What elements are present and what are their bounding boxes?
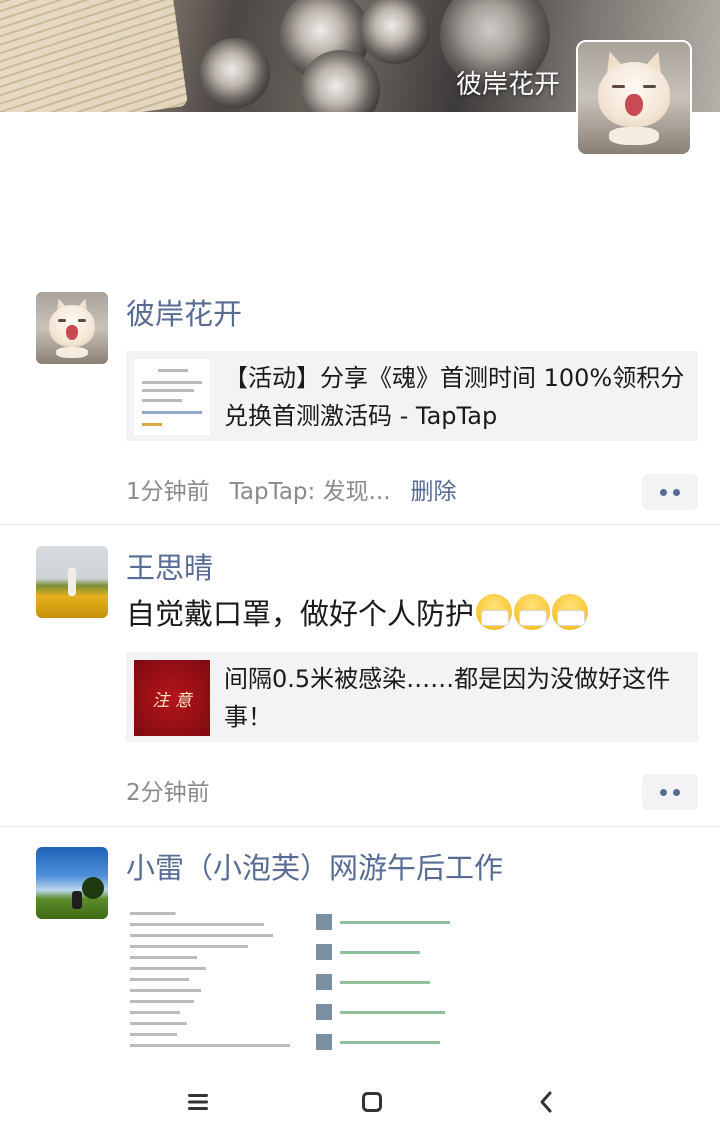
post-image[interactable]	[316, 906, 492, 1060]
mask-emoji-icon	[476, 594, 513, 630]
system-navbar	[0, 1060, 720, 1144]
comment-like-button[interactable]	[642, 774, 698, 810]
back-chevron-icon[interactable]	[532, 1088, 560, 1116]
author-avatar[interactable]	[36, 292, 108, 364]
post-meta: 2分钟前	[126, 777, 210, 809]
author-name[interactable]: 彼岸花开	[126, 294, 242, 334]
shared-link-card[interactable]: 【活动】分享《魂》首测时间 100%领积分兑换首测激活码 - TapTap	[126, 351, 698, 441]
post-meta: 1分钟前 TapTap: 发现... 删除	[126, 476, 457, 508]
author-name[interactable]: 小雷（小泡芙）网游午后工作	[126, 848, 503, 888]
cat-avatar-image	[578, 42, 690, 154]
link-title: 间隔0.5米被感染……都是因为没做好这件事！	[224, 665, 671, 731]
sunflower-photo	[36, 546, 108, 618]
rose-decoration	[360, 0, 430, 64]
delete-link[interactable]: 删除	[411, 479, 457, 505]
profile-avatar[interactable]	[576, 40, 692, 156]
cover-username: 彼岸花开	[455, 70, 560, 100]
link-thumbnail: 注 意	[134, 660, 210, 736]
divider	[0, 524, 720, 525]
dot-icon	[660, 488, 667, 496]
post-text-content: 自觉戴口罩，做好个人防护	[126, 597, 475, 631]
dot-icon	[673, 788, 680, 796]
shared-link-card[interactable]: 注 意 间隔0.5米被感染……都是因为没做好这件事！	[126, 652, 698, 742]
link-title: 【活动】分享《魂》首测时间 100%领积分兑换首测激活码 - TapTap	[224, 364, 685, 430]
field-photo	[36, 847, 108, 919]
dot-icon	[660, 788, 667, 796]
post-time: 2分钟前	[126, 780, 210, 806]
mask-emoji-icon	[552, 594, 589, 630]
rose-decoration	[200, 38, 270, 108]
dot-icon	[673, 488, 680, 496]
home-square-icon[interactable]	[358, 1088, 386, 1116]
comment-like-button[interactable]	[642, 474, 698, 510]
post-text: 自觉戴口罩，做好个人防护	[126, 592, 589, 636]
author-name[interactable]: 王思晴	[126, 548, 213, 588]
post-source[interactable]: TapTap: 发现...	[230, 479, 391, 505]
menu-icon[interactable]	[184, 1088, 212, 1116]
post-time: 1分钟前	[126, 479, 210, 505]
author-avatar[interactable]	[36, 546, 108, 618]
cat-avatar-image	[36, 292, 108, 364]
post-image[interactable]	[130, 906, 298, 1060]
book-illustration	[0, 0, 189, 112]
link-thumbnail	[134, 359, 210, 435]
author-avatar[interactable]	[36, 847, 108, 919]
warning-thumb-label: 注 意	[134, 660, 210, 736]
mask-emoji-icon	[514, 594, 551, 630]
divider	[0, 826, 720, 827]
